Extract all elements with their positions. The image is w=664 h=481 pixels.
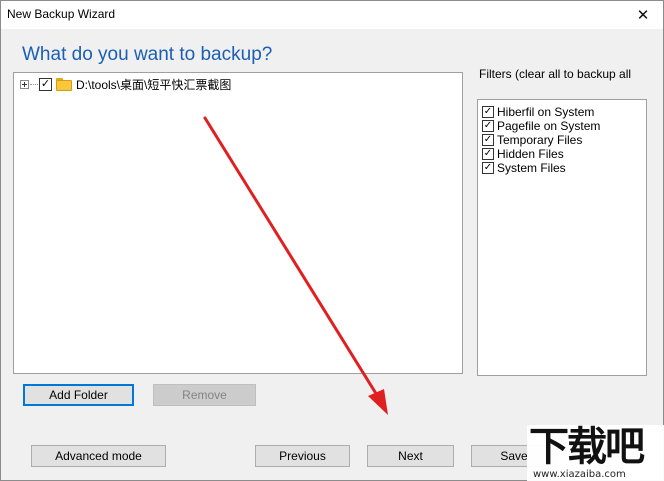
filter-label: Hidden Files xyxy=(497,147,564,161)
next-button[interactable]: Next xyxy=(367,445,454,467)
filter-label: Hiberfil on System xyxy=(497,105,595,119)
expand-icon[interactable] xyxy=(20,79,29,89)
close-icon: ✕ xyxy=(636,7,650,24)
filter-checkbox[interactable]: ✓ xyxy=(482,106,494,118)
filter-system-files[interactable]: ✓ System Files xyxy=(482,161,566,175)
window-title: New Backup Wizard xyxy=(7,7,116,21)
watermark-logo: 下载吧 xyxy=(529,424,645,470)
page-heading: What do you want to backup? xyxy=(22,44,273,65)
filter-label: Pagefile on System xyxy=(497,119,601,133)
filter-label: System Files xyxy=(497,161,566,175)
tree-item-checkbox[interactable]: ✓ xyxy=(39,77,52,91)
remove-button[interactable]: Remove xyxy=(153,384,256,406)
filters-list: ✓ Hiberfil on System ✓ Pagefile on Syste… xyxy=(477,99,647,376)
filter-checkbox[interactable]: ✓ xyxy=(482,120,494,132)
title-bar[interactable]: New Backup Wizard ✕ xyxy=(1,1,663,29)
filter-checkbox[interactable]: ✓ xyxy=(482,162,494,174)
tree-item[interactable]: ✓ D:\tools\桌面\短平快汇票截图 xyxy=(20,76,231,92)
filters-title: Filters (clear all to backup all xyxy=(479,67,632,81)
close-button[interactable]: ✕ xyxy=(623,1,663,29)
filter-checkbox[interactable]: ✓ xyxy=(482,134,494,146)
folder-icon xyxy=(56,77,72,91)
backup-wizard-window: New Backup Wizard ✕ What do you want to … xyxy=(0,0,664,481)
filter-pagefile[interactable]: ✓ Pagefile on System xyxy=(482,119,600,133)
tree-connector xyxy=(30,83,38,85)
advanced-mode-button[interactable]: Advanced mode xyxy=(31,445,166,467)
backup-tree[interactable]: ✓ D:\tools\桌面\短平快汇票截图 xyxy=(13,72,463,374)
watermark-url: www.xiazaiba.com xyxy=(533,469,626,480)
filter-hiberfil[interactable]: ✓ Hiberfil on System xyxy=(482,105,594,119)
filter-checkbox[interactable]: ✓ xyxy=(482,148,494,160)
add-folder-button[interactable]: Add Folder xyxy=(23,384,134,406)
tree-item-label: D:\tools\桌面\短平快汇票截图 xyxy=(76,77,232,92)
previous-button[interactable]: Previous xyxy=(255,445,350,467)
filter-label: Temporary Files xyxy=(497,133,583,147)
watermark: 下载吧 www.xiazaiba.com xyxy=(527,425,664,481)
filter-temporary-files[interactable]: ✓ Temporary Files xyxy=(482,133,582,147)
filter-hidden-files[interactable]: ✓ Hidden Files xyxy=(482,147,564,161)
